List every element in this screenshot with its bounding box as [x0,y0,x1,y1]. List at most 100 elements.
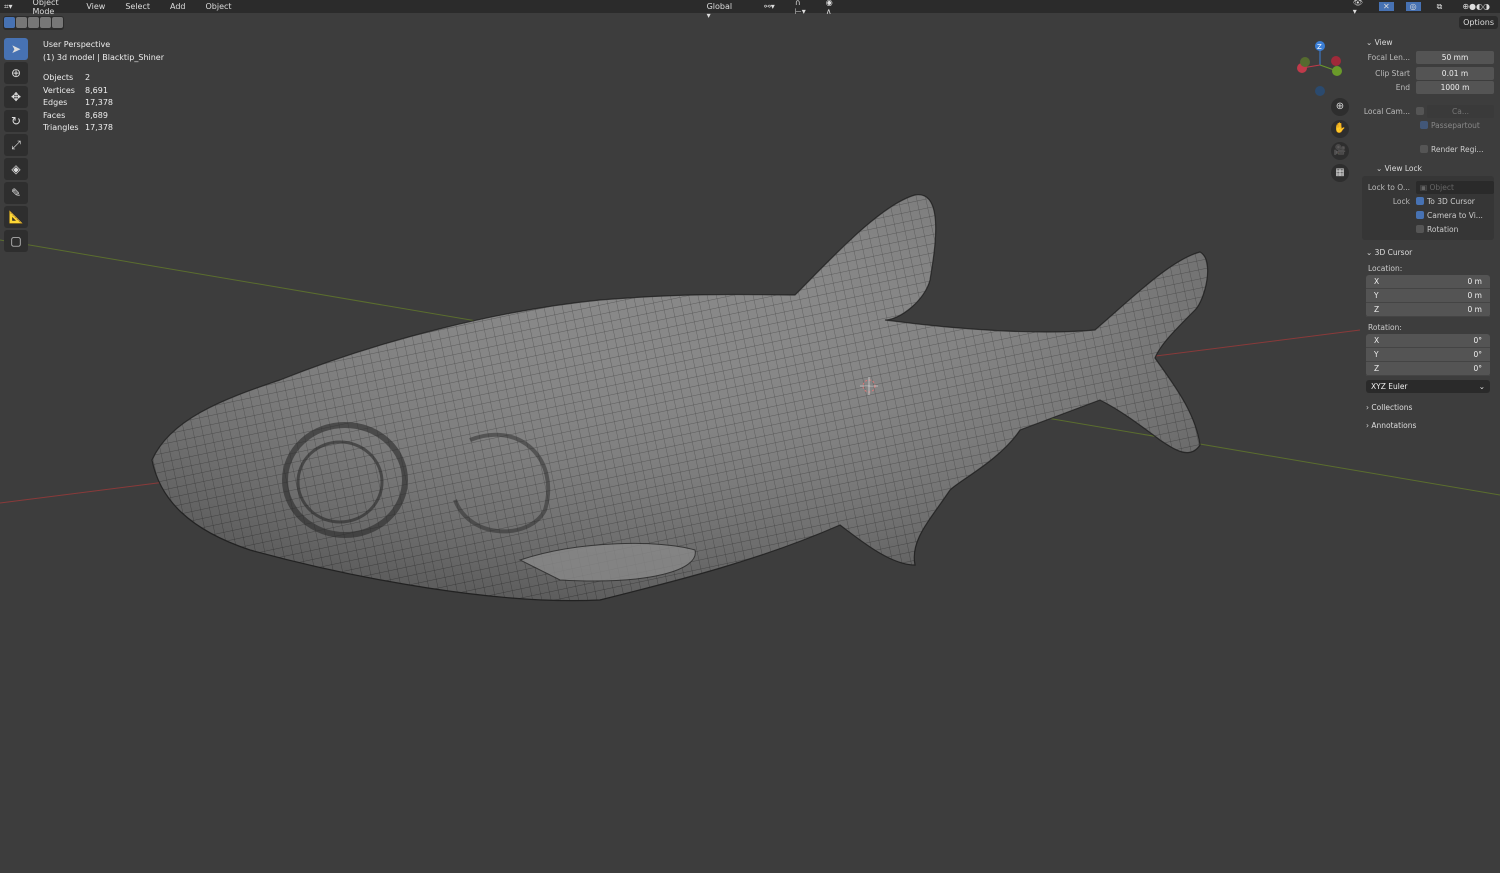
clip-start-label: Clip Start [1375,68,1410,78]
location-x-field[interactable]: X 0 m [1366,275,1490,289]
scale-tool-icon[interactable]: ⤢ [4,134,28,156]
overlay-toggle-icon[interactable]: ◎ [1405,2,1421,11]
lock-rotation-checkbox[interactable] [1416,225,1424,233]
stat-label: Edges [43,98,68,107]
view-panel-title: View [1374,37,1393,47]
rotation-x-field[interactable]: X 0° [1366,334,1490,348]
cursor-tool-icon[interactable]: ⊕ [4,62,28,84]
axis-value: 0° [1473,364,1482,373]
3d-cursor-title: 3D Cursor [1374,247,1413,257]
focal-length-field[interactable]: 50 mm [1416,50,1494,64]
view-panel-header[interactable]: ⌄ View [1362,34,1494,50]
render-region-label: Render Regi... [1431,144,1484,154]
lock-to-object-field[interactable]: ▣ Object [1416,180,1494,194]
proportional-edit-icon[interactable]: ◉ ∧ [822,0,837,16]
navigation-gizmo[interactable]: Z [1297,41,1342,96]
axis-label: Y [1374,291,1379,300]
transform-orientation-select[interactable]: ⇲ Global ▾ [703,0,749,20]
pan-hand-icon[interactable]: ✋ [1331,120,1349,138]
stat-label: Vertices [43,85,75,95]
3d-cursor-header[interactable]: ⌄ 3D Cursor [1362,244,1494,260]
stat-label: Objects [43,73,74,82]
axis-label: X [1374,277,1380,286]
stat-row: Objects 2 [43,72,164,85]
select-new-icon[interactable] [4,17,15,28]
viewport-info: User Perspective (1) 3d model | Blacktip… [43,39,164,135]
to-3d-cursor-checkbox[interactable] [1416,197,1424,205]
menu-object[interactable]: Object [202,2,236,11]
location-z-field[interactable]: Z 0 m [1366,303,1490,317]
menu-select[interactable]: Select [121,2,154,11]
annotate-tool-icon[interactable]: ✎ [4,182,28,204]
collections-header[interactable]: › Collections [1362,399,1494,415]
pivot-icon[interactable]: ⚯▾ [760,2,779,11]
zoom-icon[interactable]: ⊕ [1331,98,1349,116]
focal-length-row: Focal Len... 50 mm [1362,50,1494,64]
select-invert-icon[interactable] [40,17,51,28]
stat-value: 17,378 [85,98,113,107]
axis-label: X [1374,336,1380,345]
local-camera-field[interactable]: Ca... [1427,104,1494,118]
rotation-mode-value: XYZ Euler [1371,382,1408,391]
annotations-header[interactable]: › Annotations [1362,417,1494,433]
location-y-field[interactable]: Y 0 m [1366,289,1490,303]
rotate-tool-icon[interactable]: ↻ [4,110,28,132]
add-cube-tool-icon[interactable]: ▢ [4,230,28,252]
lock-to-object-row: Lock to O... ▣ Object [1362,180,1494,194]
move-tool-icon[interactable]: ✥ [4,86,28,108]
local-camera-row: Local Cam... Ca... [1362,104,1494,118]
passepartout-checkbox[interactable] [1420,121,1428,129]
axis-label: Z [1374,305,1380,314]
rotation-y-field[interactable]: Y 0° [1366,348,1490,362]
3d-viewport[interactable]: Z [0,13,1500,873]
xray-icon[interactable]: ⧉ [1433,2,1447,12]
rotation-vector: X 0° Y 0° Z 0° [1366,334,1490,376]
gizmo-z-label: Z [1317,43,1322,51]
clip-start-field[interactable]: 0.01 m [1416,66,1494,80]
active-object: (1) 3d model | Blacktip_Shiner [43,52,165,62]
scene-stats: Objects 2 Vertices 8,691 Edges 17,378 Faces… [43,72,164,135]
local-camera-checkbox[interactable] [1416,107,1424,115]
menu-add[interactable]: Add [166,2,190,11]
passepartout-row: Passepartout [1362,118,1494,132]
camera-icon[interactable]: 🎥 [1331,142,1349,160]
stat-value: 2 [85,73,91,82]
axis-label: Z [1374,364,1380,373]
editor-type-icon[interactable]: ⌗▾ [0,2,17,12]
clip-end-field[interactable]: 1000 m [1416,80,1494,94]
stat-value: 17,378 [85,123,113,132]
transform-tool-icon[interactable]: ◈ [4,158,28,180]
stat-row: Faces 8,689 [43,110,164,123]
render-region-checkbox[interactable] [1420,145,1428,153]
select-subtract-icon[interactable] [28,17,39,28]
rotation-label: Rotation: [1368,323,1402,332]
lock-label: Lock [1392,196,1410,206]
select-intersect-icon[interactable] [52,17,63,28]
snap-icon[interactable]: ∩ ⊢▾ [791,0,810,16]
lock-cursor-row: Lock To 3D Cursor [1362,194,1494,208]
passepartout-label: Passepartout [1431,120,1480,130]
grid-perspective-icon[interactable]: ▦ [1331,164,1349,182]
shading-modes[interactable]: ⊕●◐◑ [1458,2,1494,11]
menu-view[interactable]: View [82,2,109,11]
select-box-tool-icon[interactable]: ➤ [4,38,28,60]
stat-label: Triangles [43,123,79,132]
chevron-down-icon: ⌄ [1478,382,1485,391]
view-lock-header[interactable]: ⌄ View Lock [1362,160,1494,176]
toolbar: ➤ ⊕ ✥ ↻ ⤢ ◈ ✎ 📐 ▢ [4,38,30,254]
annotations-title: Annotations [1371,420,1417,430]
clip-end-label: End [1395,82,1410,92]
gizmo-toggle-icon[interactable]: ✕ [1378,2,1394,11]
select-extend-icon[interactable] [16,17,27,28]
rotation-mode-select[interactable]: XYZ Euler ⌄ [1366,380,1490,393]
fish-mesh[interactable] [151,194,1209,602]
axis-value: 0 m [1467,277,1482,286]
measure-tool-icon[interactable]: 📐 [4,206,28,228]
lock-rotation-label: Rotation [1427,224,1459,234]
camera-to-view-label: Camera to Vi... [1427,210,1483,220]
viewport-navigation: ⊕ ✋ 🎥 ▦ [1331,98,1349,186]
camera-to-view-checkbox[interactable] [1416,211,1424,219]
visibility-icon[interactable]: 👁▾ [1349,0,1367,16]
rotation-z-field[interactable]: Z 0° [1366,362,1490,376]
options-button[interactable]: Options [1459,16,1498,29]
